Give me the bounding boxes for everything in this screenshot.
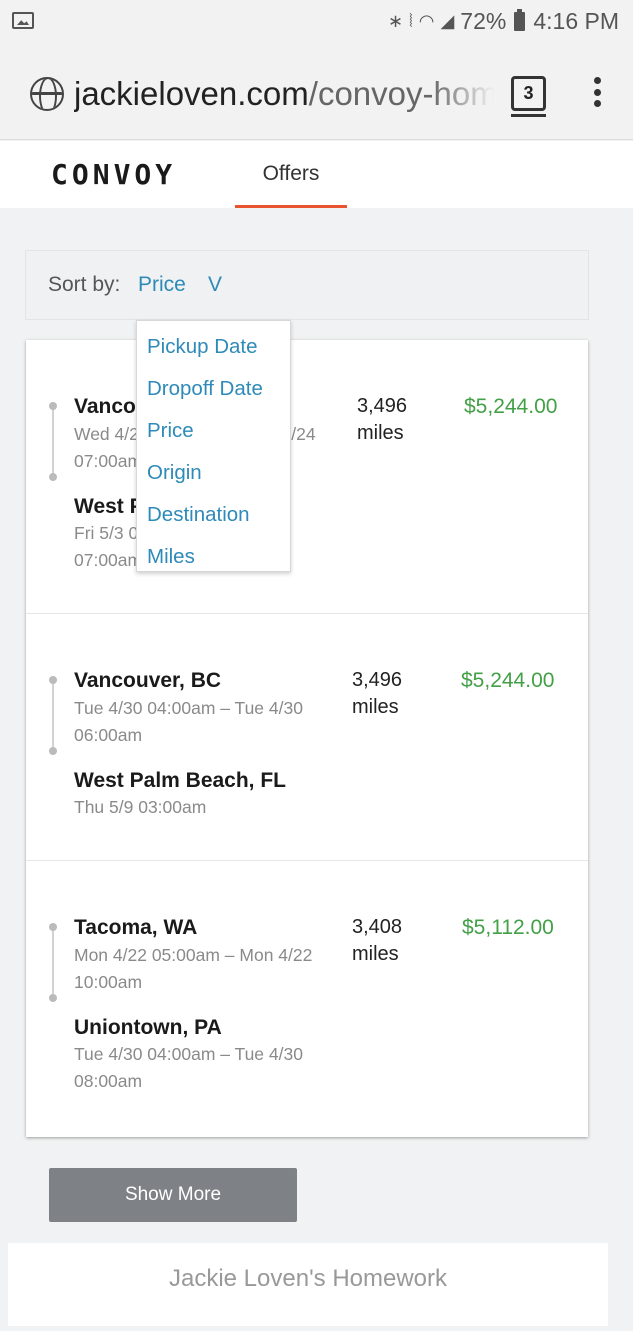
clock: 4:16 PM (533, 7, 619, 34)
sort-label: Sort by: (48, 273, 121, 296)
destination-city: Uniontown, PA (74, 1016, 222, 1039)
origin-city: Vancouver, BC (74, 669, 222, 692)
sort-option-pickup-date[interactable]: Pickup Date (137, 327, 290, 369)
sort-bar: Sort by: Price V (25, 250, 589, 320)
show-more-button[interactable]: Show More (49, 1168, 297, 1222)
destination-dot (49, 473, 57, 481)
origin-dot (49, 676, 57, 684)
miles: 3,496 miles (352, 667, 402, 721)
more-menu-icon[interactable] (592, 77, 602, 113)
sort-option-price[interactable]: Price (137, 411, 290, 453)
load-price: $5,112.00 (462, 916, 554, 939)
tab-offers[interactable]: Offers (235, 141, 347, 208)
browser-toolbar: jackieloven.com/convoy-home 3 (0, 42, 633, 140)
origin-time: Mon 4/22 05:00am – Mon 4/22 10:00am (74, 945, 313, 992)
chevron-down-icon[interactable]: V (208, 273, 222, 297)
origin-dot (49, 923, 57, 931)
miles-unit: miles (352, 943, 399, 965)
footer: Jackie Loven's Homework (8, 1243, 608, 1326)
load-card[interactable]: Tacoma, WA Mon 4/22 05:00am – Mon 4/22 1… (26, 861, 588, 1137)
app-header: CONVOY Offers (0, 141, 633, 208)
destination-time: Thu 5/9 03:00am (74, 797, 207, 817)
destination-dot (49, 747, 57, 755)
destination-time: Tue 4/30 04:00am – Tue 4/30 08:00am (74, 1044, 303, 1091)
destination-city: West Palm Beach, FL (74, 769, 287, 792)
route-line (52, 927, 54, 997)
battery-percent: 72% (460, 7, 507, 34)
url-path: /convoy-home (308, 75, 494, 112)
miles-value: 3,496 (357, 395, 408, 417)
url-bar[interactable]: jackieloven.com/convoy-home (74, 72, 494, 116)
status-bar: ∗ ⦚ ◠ ◢ 72% 4:16 PM (0, 0, 633, 42)
load-list: Vancouver, BC Wed 4/24 07:00am – Wed 4/2… (26, 340, 588, 1137)
convoy-logo[interactable]: CONVOY (51, 158, 176, 191)
signal-icon: ◢ (440, 10, 455, 31)
battery-icon (514, 8, 526, 31)
origin-dot (49, 402, 57, 410)
miles-value: 3,496 (352, 669, 403, 691)
tab-switcher-button[interactable]: 3 (511, 76, 546, 117)
load-card[interactable]: Vancouver, BC Tue 4/30 04:00am – Tue 4/3… (26, 614, 588, 861)
sort-select[interactable]: Price (138, 273, 186, 297)
miles: 3,408 miles (352, 914, 402, 968)
load-card[interactable]: Vancouver, BC Wed 4/24 07:00am – Wed 4/2… (26, 340, 588, 614)
miles-unit: miles (352, 696, 399, 718)
vibrate-icon: ⦚ (408, 10, 413, 31)
wifi-icon: ◠ (418, 10, 435, 31)
image-icon (12, 12, 34, 29)
miles-value: 3,408 (352, 916, 403, 938)
sort-option-destination[interactable]: Destination (137, 495, 290, 537)
sort-option-origin[interactable]: Origin (137, 453, 290, 495)
miles: 3,496 miles (357, 393, 407, 447)
origin-time: Tue 4/30 04:00am – Tue 4/30 06:00am (74, 698, 303, 745)
sort-option-dropoff-date[interactable]: Dropoff Date (137, 369, 290, 411)
destination-dot (49, 994, 57, 1002)
globe-icon[interactable] (30, 77, 64, 111)
sort-option-miles[interactable]: Miles (137, 537, 290, 579)
load-price: $5,244.00 (461, 669, 555, 692)
route-line (52, 680, 54, 750)
miles-unit: miles (357, 422, 404, 444)
route-line (52, 406, 54, 476)
origin-city: Tacoma, WA (74, 916, 198, 939)
bluetooth-icon: ∗ (387, 10, 403, 31)
sort-dropdown-menu: Pickup Date Dropoff Date Price Origin De… (136, 320, 291, 572)
load-price: $5,244.00 (464, 395, 558, 418)
url-domain: jackieloven.com (74, 75, 309, 112)
status-icons: ∗ ⦚ ◠ ◢ 72% 4:16 PM (388, 7, 619, 35)
